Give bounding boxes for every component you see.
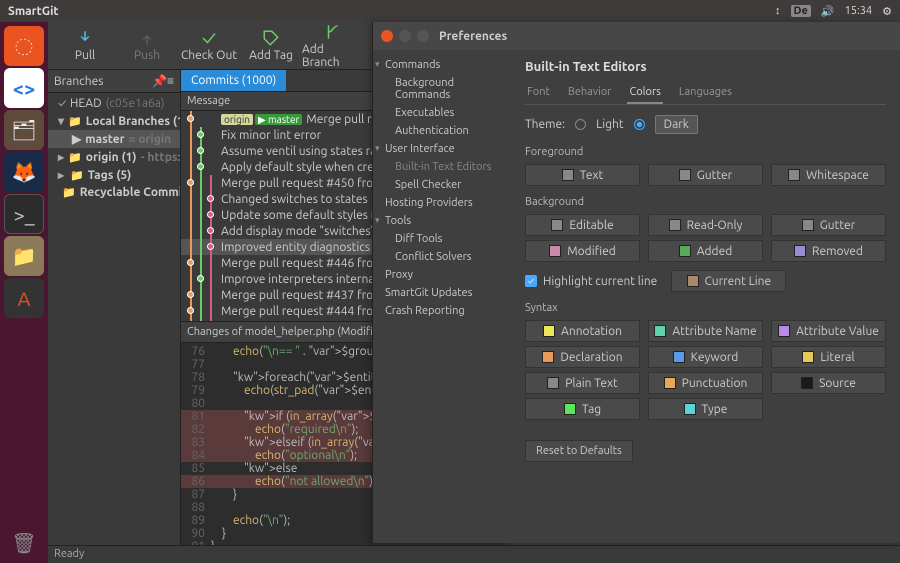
smartgit-icon[interactable]: <> bbox=[4, 68, 44, 108]
clock[interactable]: 15:34 bbox=[845, 5, 873, 17]
color-keyword[interactable]: Keyword bbox=[648, 346, 763, 368]
window-title: SmartGit bbox=[8, 5, 775, 18]
preferences-nav: Commands Background Commands Executables… bbox=[373, 50, 511, 543]
updater-icon[interactable]: A bbox=[4, 278, 44, 318]
color-attrval[interactable]: Attribute Value bbox=[771, 320, 886, 342]
color-added[interactable]: Added bbox=[648, 240, 763, 262]
color-source[interactable]: Source bbox=[771, 372, 886, 394]
system-menubar: SmartGit ↕ De 🔊 15:34 ⚙ bbox=[0, 0, 900, 22]
nav-editors[interactable]: Built-in Text Editors bbox=[373, 158, 511, 176]
minimize-icon[interactable] bbox=[399, 30, 411, 42]
tab-languages[interactable]: Languages bbox=[677, 82, 734, 104]
push-button[interactable]: Push bbox=[116, 29, 178, 62]
add-branch-button[interactable]: Add Branch bbox=[302, 23, 364, 69]
nav-diff[interactable]: Diff Tools bbox=[373, 230, 511, 248]
theme-label: Theme: bbox=[525, 118, 565, 131]
foreground-label: Foreground bbox=[525, 146, 886, 158]
local-branches-row[interactable]: ▾📁 Local Branches (1) bbox=[48, 112, 180, 130]
status-bar: Ready bbox=[48, 545, 900, 563]
theme-dark-radio[interactable] bbox=[634, 119, 645, 130]
theme-light-radio[interactable] bbox=[575, 119, 586, 130]
nav-commands[interactable]: Commands bbox=[373, 56, 511, 74]
terminal-icon[interactable]: >_ bbox=[4, 194, 44, 234]
preferences-content: Built-in Text Editors Font Behavior Colo… bbox=[511, 50, 900, 543]
nav-crash[interactable]: Crash Reporting bbox=[373, 302, 511, 320]
system-indicators: ↕ De 🔊 15:34 ⚙ bbox=[775, 5, 892, 18]
branches-header: Branches 📌 ≡ bbox=[48, 70, 180, 93]
theme-dark-button[interactable]: Dark bbox=[655, 115, 698, 134]
preferences-dialog: Preferences Commands Background Commands… bbox=[372, 22, 900, 543]
color-editable[interactable]: Editable bbox=[525, 214, 640, 236]
color-current-line[interactable]: Current Line bbox=[671, 270, 786, 292]
dash-icon[interactable]: ◌ bbox=[4, 26, 44, 66]
checkout-button[interactable]: Check Out bbox=[178, 29, 240, 62]
color-removed[interactable]: Removed bbox=[771, 240, 886, 262]
tags-row[interactable]: ▸📁 Tags (5) bbox=[48, 166, 180, 184]
nav-spell[interactable]: Spell Checker bbox=[373, 176, 511, 194]
files-icon[interactable]: 🗂 bbox=[4, 110, 44, 150]
nav-conflict[interactable]: Conflict Solvers bbox=[373, 248, 511, 266]
add-tag-button[interactable]: Add Tag bbox=[240, 29, 302, 62]
folder-icon[interactable]: 📁 bbox=[4, 236, 44, 276]
preferences-titlebar: Preferences bbox=[373, 22, 900, 50]
nav-executables[interactable]: Executables bbox=[373, 104, 511, 122]
nav-hosting[interactable]: Hosting Providers bbox=[373, 194, 511, 212]
color-declaration[interactable]: Declaration bbox=[525, 346, 640, 368]
nav-ui[interactable]: User Interface bbox=[373, 140, 511, 158]
syntax-label: Syntax bbox=[525, 302, 886, 314]
recyclable-row[interactable]: 📁 Recyclable Commits bbox=[48, 184, 180, 201]
color-type[interactable]: Type bbox=[648, 398, 763, 420]
volume-icon[interactable]: 🔊 bbox=[821, 5, 835, 18]
color-literal[interactable]: Literal bbox=[771, 346, 886, 368]
color-gutter-bg[interactable]: Gutter bbox=[771, 214, 886, 236]
nav-bg-commands[interactable]: Background Commands bbox=[373, 74, 511, 104]
nav-tools[interactable]: Tools bbox=[373, 212, 511, 230]
nav-proxy[interactable]: Proxy bbox=[373, 266, 511, 284]
prefs-heading: Built-in Text Editors bbox=[525, 60, 886, 74]
reset-button[interactable]: Reset to Defaults bbox=[525, 440, 633, 462]
background-label: Background bbox=[525, 196, 886, 208]
pull-button[interactable]: Pull bbox=[54, 29, 116, 62]
color-readonly[interactable]: Read-Only bbox=[648, 214, 763, 236]
menu-icon[interactable]: ≡ bbox=[167, 74, 174, 88]
color-modified[interactable]: Modified bbox=[525, 240, 640, 262]
preferences-title: Preferences bbox=[439, 30, 507, 43]
nav-updates[interactable]: SmartGit Updates bbox=[373, 284, 511, 302]
commits-tab[interactable]: Commits (1000) bbox=[181, 70, 286, 91]
gear-icon[interactable]: ⚙ bbox=[882, 5, 892, 18]
head-row[interactable]: ✓HEAD (c05e1a6a) bbox=[48, 95, 180, 112]
color-gutter-fg[interactable]: Gutter bbox=[648, 164, 763, 186]
color-attrname[interactable]: Attribute Name bbox=[648, 320, 763, 342]
maximize-icon[interactable] bbox=[417, 30, 429, 42]
color-text[interactable]: Text bbox=[525, 164, 640, 186]
color-whitespace[interactable]: Whitespace bbox=[771, 164, 886, 186]
trash-icon[interactable]: 🗑 bbox=[4, 523, 44, 563]
firefox-icon[interactable]: 🦊 bbox=[4, 152, 44, 192]
tab-behavior[interactable]: Behavior bbox=[566, 82, 614, 104]
tab-colors[interactable]: Colors bbox=[627, 82, 662, 104]
unity-launcher: ◌ <> 🗂 🦊 >_ 📁 A 🗑 bbox=[0, 22, 48, 563]
pin-icon[interactable]: 📌 bbox=[152, 74, 167, 88]
highlight-checkbox[interactable]: ✓ bbox=[525, 275, 537, 287]
close-icon[interactable] bbox=[381, 30, 393, 42]
tab-font[interactable]: Font bbox=[525, 82, 552, 104]
color-plain[interactable]: Plain Text bbox=[525, 372, 640, 394]
origin-row[interactable]: ▸📁 origin (1) - https://githu bbox=[48, 148, 180, 166]
color-punct[interactable]: Punctuation bbox=[648, 372, 763, 394]
branches-panel: Branches 📌 ≡ ✓HEAD (c05e1a6a) ▾📁 Local B… bbox=[48, 70, 181, 563]
master-branch-row[interactable]: ▶ master = origin bbox=[48, 130, 180, 148]
color-tag[interactable]: Tag bbox=[525, 398, 640, 420]
keyboard-indicator[interactable]: De bbox=[791, 5, 811, 17]
network-icon[interactable]: ↕ bbox=[775, 5, 781, 17]
nav-authentication[interactable]: Authentication bbox=[373, 122, 511, 140]
color-annotation[interactable]: Annotation bbox=[525, 320, 640, 342]
